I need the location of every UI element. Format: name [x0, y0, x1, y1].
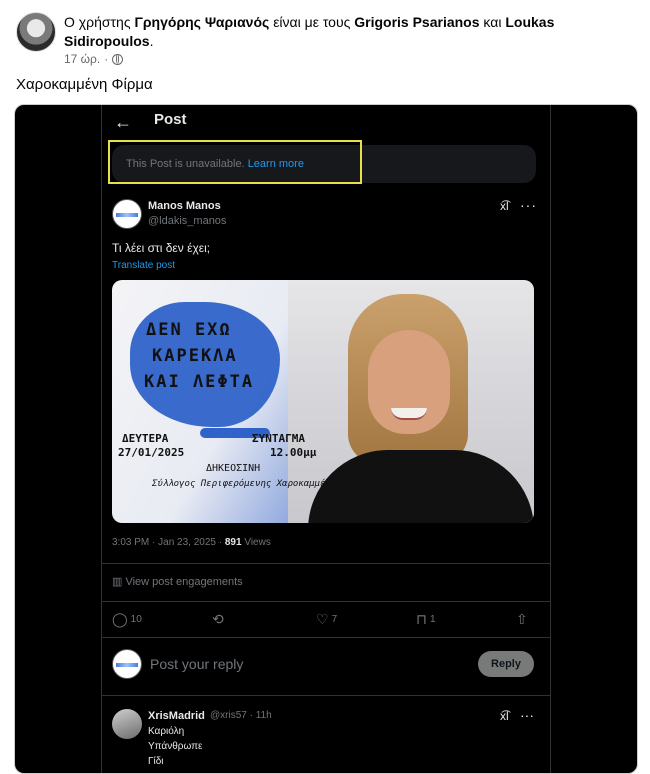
- translate-post-link: Translate post: [112, 260, 175, 271]
- facebook-post-header: Ο χρήστης Γρηγόρης Ψαριανός είναι με του…: [16, 10, 636, 70]
- heart-icon: ♡: [316, 611, 329, 627]
- repost-action: ⟲: [212, 611, 224, 628]
- x-page-title: Post: [154, 111, 187, 128]
- post-author-line: Ο χρήστης Γρηγόρης Ψαριανός είναι με του…: [64, 13, 624, 51]
- tweet-author-avatar: [112, 199, 142, 229]
- repost-icon: ⟲: [212, 611, 224, 627]
- timestamp-text: 3:03 PM · Jan 23, 2025 ·: [112, 537, 223, 548]
- bookmark-icon: ⊓: [416, 611, 427, 627]
- tweet-text: Τι λέει στι δεν έχει;: [112, 241, 211, 255]
- bookmark-action: ⊓ 1: [416, 611, 436, 628]
- globe-icon: [112, 53, 124, 65]
- tagged-user-1-link[interactable]: Grigoris Psarianos: [354, 14, 479, 30]
- reply-button: Reply: [478, 651, 534, 677]
- reply-placeholder: Post your reply: [150, 656, 244, 672]
- tweet-actions: ◯ 10 ⟲ ♡ 7 ⊓ 1 ⇧: [112, 611, 542, 631]
- replier-handle: @xris57 · 11h: [210, 710, 272, 721]
- back-arrow-icon: ←: [114, 112, 132, 132]
- engagements-text: View post engagements: [125, 576, 243, 588]
- poster-line-3: ΚΑΙ ΛΕΦΤΑ: [144, 372, 255, 392]
- yellow-highlight-box: [108, 140, 362, 184]
- tweet-author-name: Manos Manos: [148, 200, 221, 212]
- poster-org: Σύλλογος Περιφερόμενης Χαροκαμμένης: [152, 479, 342, 489]
- reply-line-1: Καριόλη: [148, 726, 185, 737]
- bar-chart-icon: ▥: [112, 576, 123, 588]
- meta-dot: ·: [104, 52, 109, 66]
- divider: [102, 563, 550, 564]
- divider: [102, 695, 550, 696]
- divider: [102, 637, 550, 638]
- post-time-link[interactable]: 17 ώρ.: [64, 52, 100, 66]
- reply-more-icon: ···: [520, 707, 534, 723]
- views-count: 891: [224, 537, 242, 548]
- view-engagements-link: ▥ View post engagements: [112, 575, 243, 588]
- reply-count: 10: [130, 614, 142, 625]
- period: .: [149, 33, 154, 49]
- post-meta: 17 ώρ. ·: [64, 52, 124, 66]
- like-count: 7: [331, 614, 338, 625]
- views-label: Views: [244, 537, 271, 548]
- reply-grok-icon: x͡l: [500, 709, 509, 723]
- tweet-media-image: ΔΕΝ ΕΧΩ ΚΑΡΕΚΛΑ ΚΑΙ ΛΕΦΤΑ ΔΕΥΤΕΡΑ 27/01/…: [112, 280, 534, 523]
- replier-avatar: [112, 709, 142, 739]
- more-options-icon: ···: [520, 197, 537, 213]
- share-action: ⇧: [516, 611, 528, 628]
- tweet-author-handle: @ldakis_manos: [148, 215, 227, 227]
- reply-icon: ◯: [112, 611, 128, 627]
- author-name-link[interactable]: Γρηγόρης Ψαριανός: [134, 14, 269, 30]
- poster-line-2: ΚΑΡΕΚΛΑ: [152, 346, 238, 366]
- reply-action: ◯ 10: [112, 611, 142, 628]
- poster-time: 12.00μμ: [270, 446, 317, 459]
- bookmark-count: 1: [429, 614, 436, 625]
- author-avatar[interactable]: [16, 12, 56, 52]
- divider: [102, 601, 550, 602]
- like-action: ♡ 7: [316, 611, 337, 628]
- tweet-timestamp: 3:03 PM · Jan 23, 2025 · 891 Views: [112, 537, 271, 548]
- reply-avatar: [112, 649, 142, 679]
- reply-line-2: Υπάνθρωπε: [148, 741, 203, 752]
- and-text: και: [483, 14, 502, 30]
- header-prefix: Ο χρήστης: [64, 14, 131, 30]
- post-caption: Χαροκαμμένη Φίρμα: [16, 76, 153, 93]
- poster-day: ΔΕΥΤΕΡΑ: [122, 432, 169, 445]
- x-post-column: ← Post This Post is unavailable. Learn m…: [101, 105, 551, 773]
- x-top-bar: ← Post: [102, 105, 550, 145]
- grok-icon: x͡l: [500, 199, 509, 213]
- poster-date: 27/01/2025: [118, 446, 185, 459]
- poster-line-1: ΔΕΝ ΕΧΩ: [146, 320, 232, 340]
- share-icon: ⇧: [516, 611, 528, 627]
- replier-name: XrisMadrid: [148, 710, 205, 722]
- embedded-screenshot[interactable]: ← Post This Post is unavailable. Learn m…: [14, 104, 638, 774]
- poster-place: ΣΥΝΤΑΓΜΑ: [252, 432, 305, 445]
- with-text: είναι με τους: [273, 14, 351, 30]
- poster-org-short: ΔΗΚΕΟΣΙΝΗ: [206, 463, 261, 474]
